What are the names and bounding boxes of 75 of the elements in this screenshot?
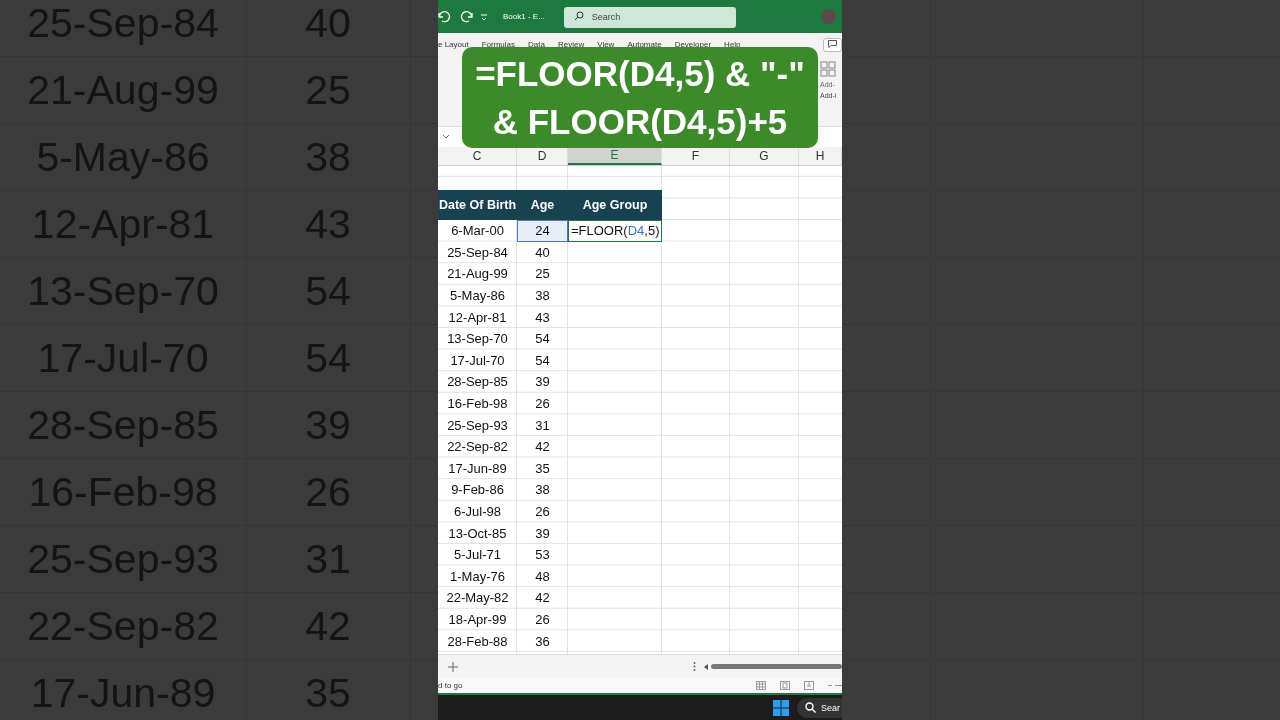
table-cell-text: 39 [534,373,551,392]
header-cell: Date Of Birth [438,190,517,220]
taskbar-search[interactable]: Sear [797,697,842,718]
table-cell-text: 6-Jul-98 [453,503,502,521]
ribbon-tab[interactable]: Developer [674,39,712,50]
ribbon-tab[interactable]: Automate [627,39,662,50]
table-cell-text: 42 [534,589,551,608]
comments-button[interactable] [823,37,842,52]
table-cell-text: 42 [534,438,551,457]
windows-logo-icon[interactable] [773,699,789,716]
table-cell-text: 38 [534,481,551,500]
search-icon [805,702,816,713]
ribbon-tab[interactable]: Data [528,39,545,50]
table-cell-text: 26 [534,503,551,521]
normal-view-icon[interactable] [756,681,766,690]
table-cell-text: 40 [534,243,551,262]
table-cell-text: 9-Feb-86 [450,481,505,500]
editing-cell[interactable]: =FLOOR(D4,5) [568,220,662,242]
table-cell-text: 17-Jun-89 [447,459,508,478]
table-cell-text: 13-Sep-70 [446,330,509,349]
ribbon-tab[interactable]: Review [557,39,585,50]
customize-toolbar-icon[interactable] [480,12,488,21]
comment-icon [828,39,837,48]
table-cell-text: 54 [534,330,551,349]
table-cell-text: 35 [534,459,551,478]
ribbon-tab[interactable]: e Layout [438,39,469,50]
table-cell-text: 25-Sep-84 [446,243,509,262]
table-cell-text: 6-Mar-00 [450,222,505,241]
table-cell-text: 21-Aug-99 [446,265,509,284]
header-cell: Age Group [568,190,662,220]
table-cell-text: 12-Apr-81 [447,308,508,327]
add-ins-icon[interactable] [820,61,836,77]
table-cell-text: 48 [534,567,551,586]
chevron-icon[interactable] [442,134,450,140]
formula-text: & FLOOR(D4,5)+5 [492,100,788,143]
table-cell: 24 [517,220,568,242]
status-text: d to go [438,681,463,690]
ribbon-tab[interactable]: View [597,39,615,50]
table-cell-text: 53 [534,546,551,565]
search-icon [573,11,584,21]
table-cell-text: 26 [534,611,551,629]
table-cell-text: 25 [534,265,551,284]
page-break-icon[interactable] [804,681,814,690]
ribbon-tab[interactable]: Formulas [481,39,516,50]
table-cell-text: 39 [534,524,551,543]
search-field[interactable]: Search [563,6,736,28]
add-sheet-icon[interactable] [448,661,458,672]
formula-text: =FLOOR(D4,5) & "-" [475,52,805,95]
table-cell-text: 43 [534,308,551,327]
header-cell: Age [517,190,568,220]
horizontal-scrollbar[interactable] [704,662,842,671]
undo-icon[interactable] [438,10,452,23]
table-cell-text: 16-Feb-98 [446,395,509,414]
table-cell-text: 28-Sep-85 [446,373,509,392]
table-cell-text: 25-Sep-93 [446,416,509,435]
table-cell-text: 18-Apr-99 [447,611,508,629]
table-cell-text: 38 [534,287,551,306]
redo-icon[interactable] [459,10,473,23]
document-title: Book1 - E... [503,12,545,21]
table-cell-text: 5-Jul-71 [453,546,502,565]
table-cell-text: 22-May-82 [445,589,510,608]
more-options-icon[interactable] [693,662,696,671]
table-cell-text: 26 [534,395,551,414]
table-cell-text: 28-Feb-88 [446,632,509,651]
ribbon-tab[interactable]: Help [724,39,741,50]
table-cell-text: 17-Jul-70 [449,351,506,370]
table-cell-text: 22-Sep-82 [446,438,509,457]
table-cell-text: 5-May-86 [449,287,506,306]
table-cell-text: 36 [534,632,551,651]
table-cell-text: 1-May-76 [449,567,506,586]
table-cell-text: 13-Oct-85 [447,524,508,543]
page-layout-icon[interactable] [780,681,790,690]
table-cell-text: 54 [534,351,551,370]
zoom-out-icon[interactable] [828,684,842,687]
table-cell-text: 31 [534,416,551,435]
